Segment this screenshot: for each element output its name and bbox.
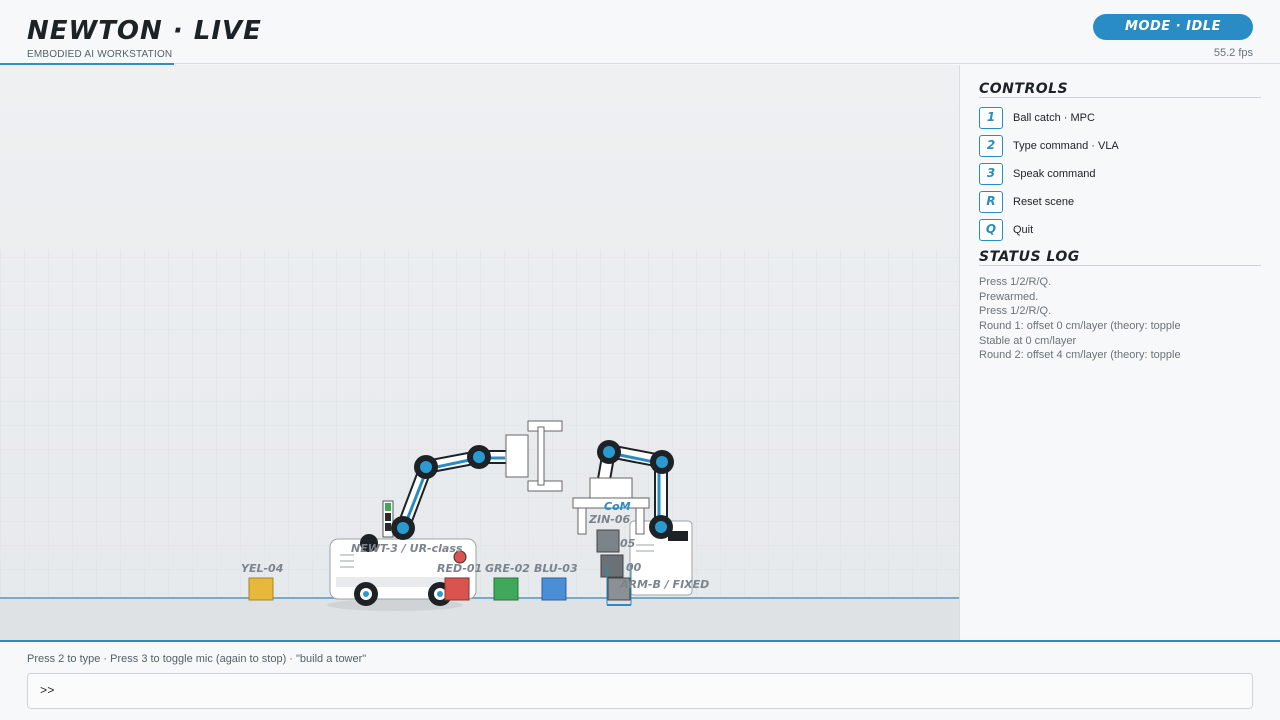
log-line: Round 1: offset 0 cm/layer (theory: topp…	[979, 320, 1181, 332]
key-3[interactable]: 3	[979, 163, 1003, 185]
control-label: Type command · VLA	[1013, 140, 1119, 152]
svg-text:YEL-04: YEL-04	[241, 562, 283, 575]
control-label: Reset scene	[1013, 196, 1075, 208]
prompt-symbol: >>	[40, 684, 55, 698]
tower-box-label-2: 00	[626, 561, 642, 574]
command-input[interactable]	[64, 680, 1234, 704]
command-bar: Press 2 to type · Press 3 to toggle mic …	[0, 640, 1280, 720]
simulation-viewport[interactable]: NEWT-3 / UR-class YEL-04 RED-01 GRE-02 B…	[0, 65, 960, 640]
com-label: CoM	[604, 500, 631, 513]
control-quit[interactable]: Q Quit	[979, 219, 1033, 241]
log-line: Stable at 0 cm/layer	[979, 335, 1077, 347]
control-label: Ball catch · MPC	[1013, 112, 1095, 124]
log-line: Round 2: offset 4 cm/layer (theory: topp…	[979, 349, 1181, 361]
control-label: Quit	[1013, 224, 1034, 236]
status-log-divider	[979, 265, 1261, 266]
fps-readout: 55.2 fps	[1213, 47, 1253, 59]
control-ball-catch[interactable]: 1 Ball catch · MPC	[979, 107, 1095, 129]
control-type-command[interactable]: 2 Type command · VLA	[979, 135, 1119, 157]
app-title: NEWTON · LIVE	[27, 16, 262, 46]
tower-box-label: 05	[620, 537, 636, 550]
key-r[interactable]: R	[979, 191, 1003, 213]
log-line: Press 1/2/R/Q.	[979, 276, 1052, 288]
header-bar: NEWTON · LIVE EMBODIED AI WORKSTATION MO…	[0, 0, 1280, 65]
control-reset-scene[interactable]: R Reset scene	[979, 191, 1074, 213]
controls-divider	[979, 97, 1261, 98]
control-label: Speak command	[1013, 168, 1096, 180]
zin-label: ZIN-06	[588, 513, 630, 526]
control-speak-command[interactable]: 3 Speak command	[979, 163, 1096, 185]
log-line: Press 1/2/R/Q.	[979, 305, 1052, 317]
input-hint: Press 2 to type · Press 3 to toggle mic …	[27, 653, 367, 665]
side-panel: CONTROLS 1 Ball catch · MPC 2 Type comma…	[961, 65, 1280, 640]
svg-text:GRE-02: GRE-02	[485, 562, 530, 575]
background-grid	[0, 250, 959, 600]
key-q[interactable]: Q	[979, 219, 1003, 241]
mode-badge: MODE · IDLE	[1093, 14, 1253, 40]
app-subtitle: EMBODIED AI WORKSTATION	[27, 49, 173, 60]
log-line: Prewarmed.	[979, 291, 1039, 303]
controls-heading: CONTROLS	[979, 81, 1069, 97]
command-input-box[interactable]: >>	[27, 673, 1253, 709]
scene-canvas: NEWT-3 / UR-class YEL-04 RED-01 GRE-02 B…	[0, 250, 959, 640]
robot-b-label: ARM-B / FIXED	[619, 578, 709, 591]
status-log-heading: STATUS LOG	[979, 249, 1080, 265]
key-2[interactable]: 2	[979, 135, 1003, 157]
robot-a-label: NEWT-3 / UR-class	[351, 542, 463, 555]
floor	[0, 598, 959, 640]
svg-text:BLU-03: BLU-03	[534, 562, 578, 575]
svg-text:RED-01: RED-01	[437, 562, 482, 575]
key-1[interactable]: 1	[979, 107, 1003, 129]
